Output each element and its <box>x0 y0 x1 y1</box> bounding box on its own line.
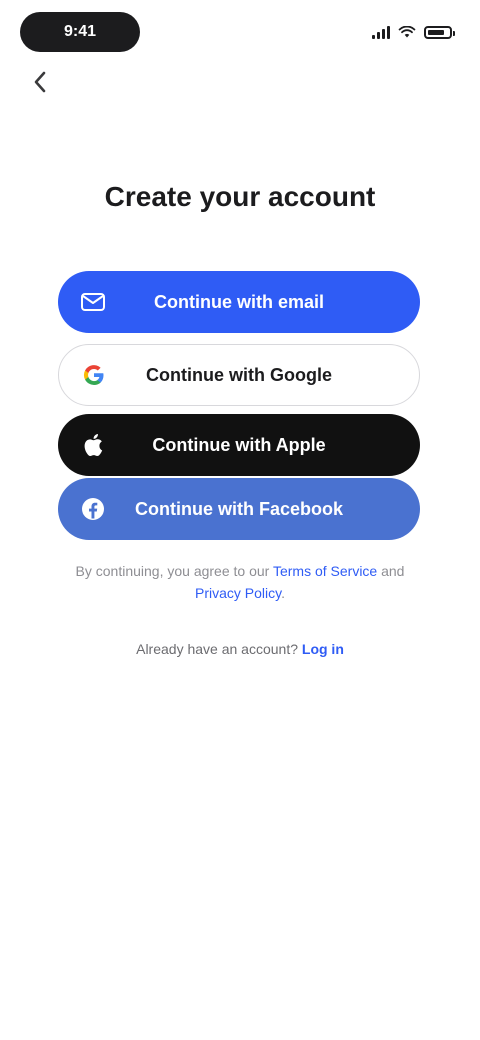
continue-with-apple-button[interactable]: Continue with Apple <box>58 414 420 476</box>
terms-notice: By continuing, you agree to our Terms of… <box>70 560 410 604</box>
continue-with-email-button[interactable]: Continue with email <box>58 271 420 333</box>
terms-middle: and <box>377 563 405 579</box>
status-icons <box>372 22 455 42</box>
login-link[interactable]: Log in <box>302 641 344 657</box>
email-button-label: Continue with email <box>153 291 324 312</box>
back-button[interactable] <box>24 66 56 98</box>
mail-icon <box>80 289 106 315</box>
signal-icon <box>372 25 390 39</box>
facebook-button-label: Continue with Facebook <box>134 498 343 519</box>
facebook-icon <box>80 496 106 522</box>
status-bar: 9:41 <box>0 0 480 64</box>
status-time: 9:41 <box>20 12 140 52</box>
chevron-left-icon <box>34 71 46 93</box>
wifi-icon <box>398 26 416 38</box>
google-icon <box>81 362 107 388</box>
login-prompt: Already have an account? Log in <box>70 638 410 660</box>
continue-with-google-button[interactable]: Continue with Google <box>58 344 420 406</box>
continue-with-facebook-button[interactable]: Continue with Facebook <box>58 478 420 540</box>
google-button-label: Continue with Google <box>146 364 332 385</box>
battery-icon <box>424 25 455 39</box>
privacy-policy-link[interactable]: Privacy Policy <box>195 585 281 601</box>
apple-button-label: Continue with Apple <box>152 434 326 455</box>
terms-prefix: By continuing, you agree to our <box>75 563 273 579</box>
terms-of-service-link[interactable]: Terms of Service <box>273 563 377 579</box>
terms-suffix: . <box>281 585 285 601</box>
login-prompt-text: Already have an account? <box>136 641 302 657</box>
apple-icon <box>80 432 106 458</box>
page-title: Create your account <box>104 181 376 212</box>
